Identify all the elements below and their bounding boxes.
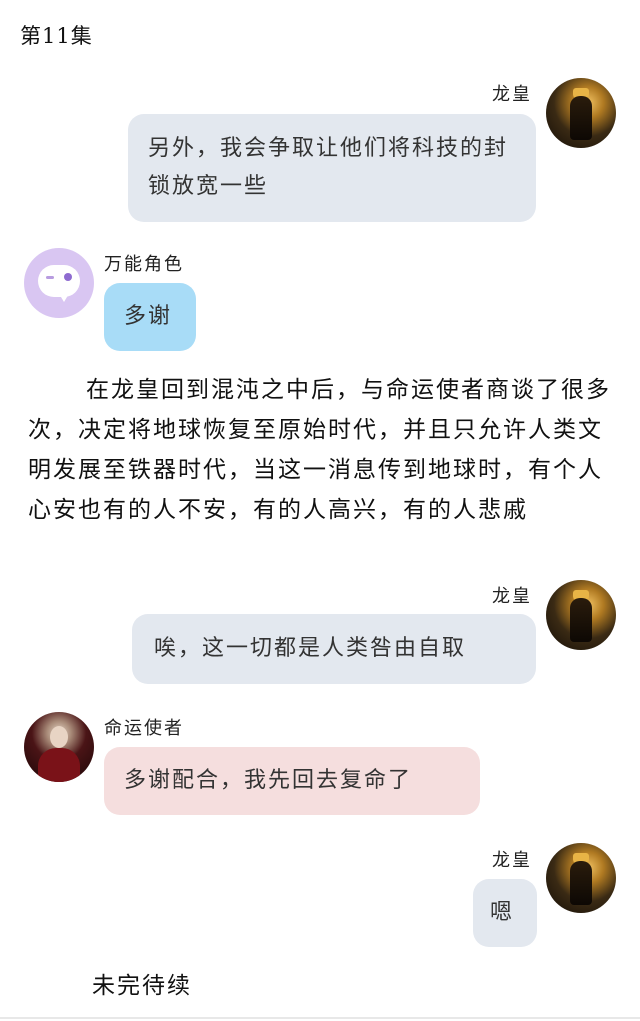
speaker-name-assistant: 万能角色 bbox=[104, 254, 184, 275]
figure-icon bbox=[570, 861, 592, 905]
speaker-name-messenger: 命运使者 bbox=[104, 718, 184, 739]
to-be-continued: 未完待续 bbox=[92, 973, 192, 999]
longhuang-avatar[interactable] bbox=[546, 843, 616, 913]
message-bubble: 唉，这一切都是人类咎由自取 bbox=[132, 614, 536, 684]
assistant-avatar[interactable] bbox=[24, 248, 94, 318]
message-bubble: 嗯 bbox=[473, 879, 537, 947]
story-page: 第11集 龙皇 另外，我会争取让他们将科技的封锁放宽一些 万能角色 多谢 在龙皇… bbox=[0, 0, 640, 1021]
coat-icon bbox=[38, 748, 80, 782]
message-bubble: 另外，我会争取让他们将科技的封锁放宽一些 bbox=[128, 114, 536, 222]
messenger-avatar[interactable] bbox=[24, 712, 94, 782]
longhuang-avatar[interactable] bbox=[546, 580, 616, 650]
episode-title: 第11集 bbox=[20, 24, 93, 48]
divider bbox=[0, 1017, 640, 1019]
figure-icon bbox=[570, 598, 592, 642]
narration-text: 在龙皇回到混沌之中后，与命运使者商谈了很多次，决定将地球恢复至原始时代，并且只允… bbox=[28, 377, 611, 523]
speaker-name-longhuang: 龙皇 bbox=[492, 586, 532, 607]
face-icon bbox=[50, 726, 68, 748]
figure-icon bbox=[570, 96, 592, 140]
speaker-name-longhuang: 龙皇 bbox=[492, 84, 532, 105]
narration-paragraph: 在龙皇回到混沌之中后，与命运使者商谈了很多次，决定将地球恢复至原始时代，并且只允… bbox=[28, 370, 612, 530]
speaker-name-longhuang: 龙皇 bbox=[492, 850, 532, 871]
longhuang-avatar[interactable] bbox=[546, 78, 616, 148]
message-bubble: 多谢配合，我先回去复命了 bbox=[104, 747, 480, 815]
message-bubble: 多谢 bbox=[104, 283, 196, 351]
